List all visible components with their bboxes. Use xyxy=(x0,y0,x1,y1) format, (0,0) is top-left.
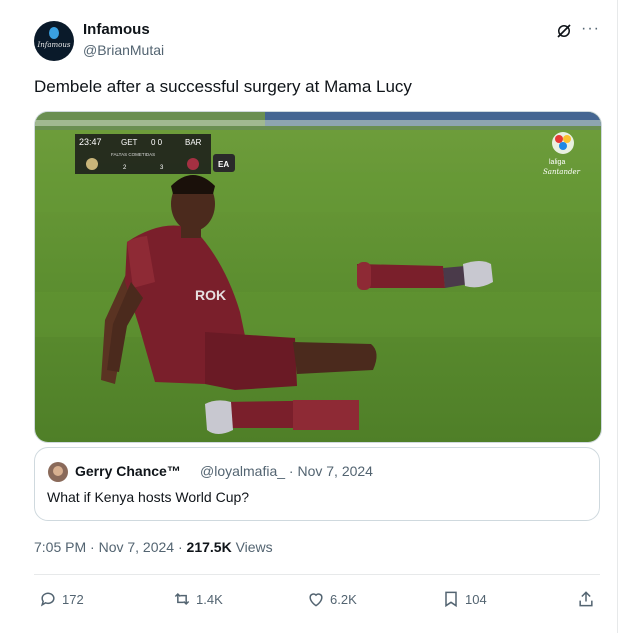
like-count: 6.2K xyxy=(330,591,357,607)
score-away: BAR xyxy=(185,138,202,147)
author-avatar[interactable]: Infamous xyxy=(34,21,74,61)
quoted-author-name[interactable]: Gerry Chance™ xyxy=(75,463,181,479)
reply-button[interactable]: 172 xyxy=(38,588,84,610)
bookmark-button[interactable]: 104 xyxy=(441,588,487,610)
tweet-card: Infamous Infamous @BrianMutai ··· Dembel… xyxy=(0,0,618,633)
quoted-author-avatar[interactable] xyxy=(48,462,68,482)
share-button[interactable] xyxy=(576,588,600,610)
score-value: 0 0 xyxy=(151,138,163,147)
avatar-drop-logo xyxy=(49,27,59,39)
bookmark-icon xyxy=(445,591,457,608)
score-time: 23:47 xyxy=(79,137,102,147)
divider xyxy=(34,574,600,575)
tweet-media-image[interactable]: 23:47 GET 0 0 BAR FALTAS COMETIDAS 2 3 E… xyxy=(34,111,602,443)
reply-icon xyxy=(40,592,55,607)
author-name[interactable]: Infamous xyxy=(83,21,150,38)
football-photo: 23:47 GET 0 0 BAR FALTAS COMETIDAS 2 3 E… xyxy=(35,112,601,442)
score-home: GET xyxy=(121,138,138,147)
tweet-text: Dembele after a successful surgery at Ma… xyxy=(34,77,412,96)
repost-count: 1.4K xyxy=(196,591,223,607)
more-icon[interactable]: ··· xyxy=(581,20,600,38)
share-icon xyxy=(579,591,593,607)
scoreboard: 23:47 GET 0 0 BAR FALTAS COMETIDAS 2 3 E… xyxy=(75,134,235,174)
reply-count: 172 xyxy=(62,591,84,607)
bookmark-count: 104 xyxy=(465,591,487,607)
tweet-timestamp[interactable]: 7:05 PM · Nov 7, 2024 · 217.5K Views xyxy=(34,539,273,555)
shirt-sponsor: ROK xyxy=(195,287,226,303)
quoted-tweet-text: What if Kenya hosts World Cup? xyxy=(47,489,250,505)
score-sub: FALTAS COMETIDAS xyxy=(111,152,155,157)
laliga-line2: Santander xyxy=(543,168,581,176)
quoted-tweet[interactable]: Gerry Chance™ @loyalmafia_ · Nov 7, 2024… xyxy=(34,447,600,521)
timestamp-date[interactable]: 7:05 PM · Nov 7, 2024 · xyxy=(34,539,187,555)
avatar-wordmark: Infamous xyxy=(37,41,71,49)
like-icon xyxy=(309,593,323,607)
quoted-author-handle[interactable]: @loyalmafia_ · Nov 7, 2024 xyxy=(200,463,373,479)
laliga-line1: laliga xyxy=(549,159,565,166)
repost-icon xyxy=(174,592,190,606)
like-button[interactable]: 6.2K xyxy=(306,588,357,610)
ea-badge: EA xyxy=(218,160,229,169)
author-handle[interactable]: @BrianMutai xyxy=(83,42,164,58)
repost-button[interactable]: 1.4K xyxy=(172,588,223,610)
view-count: 217.5K xyxy=(186,539,232,555)
views-label: Views xyxy=(231,539,273,555)
grok-icon[interactable] xyxy=(555,22,573,40)
